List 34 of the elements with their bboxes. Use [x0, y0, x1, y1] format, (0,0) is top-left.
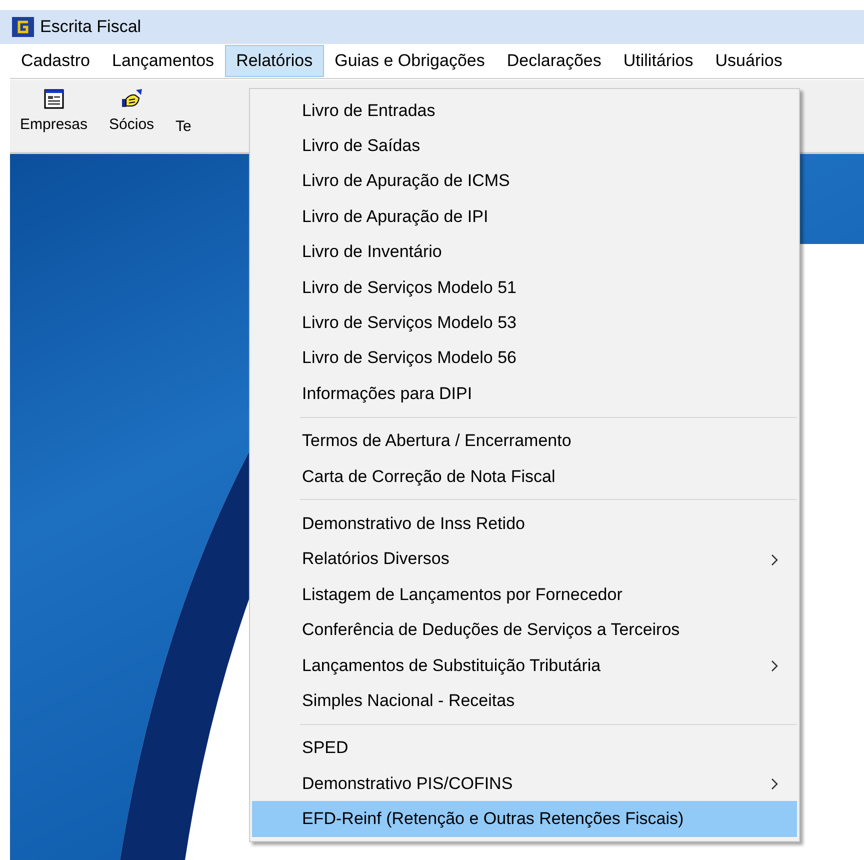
handshake-icon	[120, 88, 143, 110]
menu-item[interactable]: Livro de Apuração de ICMS	[252, 164, 797, 200]
menu-bar-item[interactable]: Cadastro	[10, 45, 101, 77]
menu-item[interactable]: Demonstrativo de Inss Retido	[252, 506, 797, 542]
menu-item[interactable]: Carta de Correção de Nota Fiscal	[252, 458, 797, 494]
menu-item[interactable]: EFD-Reinf (Retenção e Outras Retenções Fiscais)	[252, 801, 797, 837]
toolbar-button[interactable]: Te	[176, 80, 196, 135]
menu-item[interactable]: Conferência de Deduções de Serviços a Terceiros	[252, 612, 797, 648]
menu-item[interactable]: Livro de Saídas	[252, 128, 797, 164]
menu-item[interactable]: Livro de Serviços Modelo 53	[252, 305, 797, 341]
menu-bar-item[interactable]: Relatórios	[225, 45, 324, 77]
menu-item[interactable]: Informações para DIPI	[252, 376, 797, 412]
menu-bar-item[interactable]: Utilitários	[612, 45, 704, 77]
menu-item[interactable]: Lançamentos de Substituição Tributária	[252, 648, 797, 684]
menu-item[interactable]: Livro de Inventário	[252, 234, 797, 270]
menu-item[interactable]: Listagem de Lançamentos por Fornecedor	[252, 577, 797, 612]
toolbar-button[interactable]: Sócios	[102, 80, 162, 133]
menu-item[interactable]: Livro de Apuração de IPI	[252, 199, 797, 235]
form-window-icon	[42, 88, 65, 110]
menu-item[interactable]: Simples Nacional - Receitas	[252, 683, 797, 719]
toolbar-button[interactable]: Empresas	[20, 80, 88, 133]
menu-item[interactable]: Relatórios Diversos	[252, 542, 797, 578]
menu-item[interactable]: Livro de Entradas	[252, 93, 797, 128]
menu-item[interactable]: SPED	[252, 730, 797, 766]
menu-item[interactable]: Livro de Serviços Modelo 51	[252, 270, 797, 306]
menu-bar-item[interactable]: Usuários	[704, 45, 794, 77]
window-title: Escrita Fiscal	[40, 17, 142, 37]
menu-item[interactable]: Demonstrativo PIS/COFINS	[252, 766, 797, 802]
menu-item[interactable]: Termos de Abertura / Encerramento	[252, 424, 797, 459]
app-logo-icon	[12, 17, 34, 37]
menu-bar-item[interactable]: Lançamentos	[100, 45, 226, 77]
menu-item[interactable]: Livro de Serviços Modelo 56	[252, 340, 797, 376]
menu-bar-item[interactable]: Guias e Obrigações	[324, 45, 496, 77]
menu-bar-item[interactable]: Declarações	[496, 45, 612, 77]
